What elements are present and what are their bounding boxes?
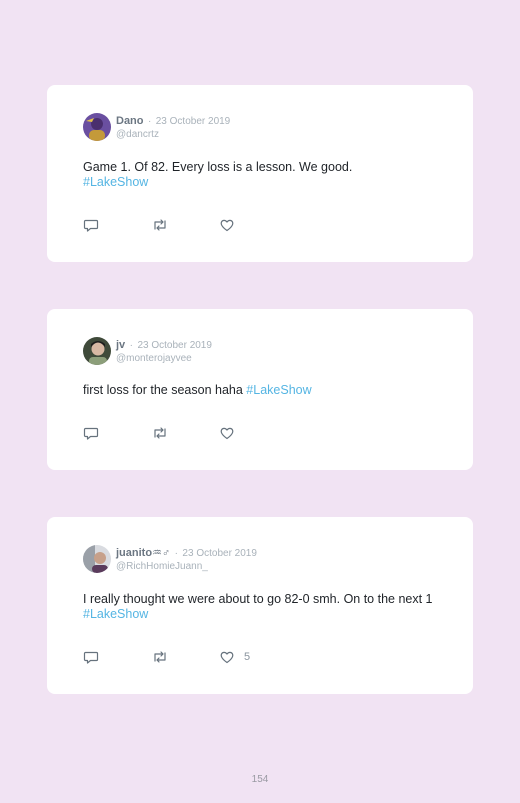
tweet-actions: 5: [83, 649, 250, 665]
retweet-button[interactable]: [151, 649, 219, 665]
reply-icon: [83, 651, 99, 664]
heart-icon: [220, 427, 234, 440]
avatar[interactable]: [83, 337, 111, 365]
author-name[interactable]: juanito♒♂: [116, 547, 170, 559]
tweet-card: jv · 23 October 2019 @monterojayvee firs…: [47, 309, 473, 470]
tweet-body: Game 1. Of 82. Every loss is a lesson. W…: [83, 160, 353, 174]
tweet-date[interactable]: 23 October 2019: [182, 548, 257, 559]
tweet-header: jv · 23 October 2019 @monterojayvee: [83, 337, 212, 365]
tweet-text: first loss for the season haha #LakeShow: [83, 383, 433, 398]
reply-button[interactable]: [83, 425, 151, 441]
like-button[interactable]: [219, 217, 244, 233]
separator: ·: [129, 340, 133, 351]
author-handle[interactable]: @RichHomieJuann_: [116, 560, 257, 573]
hashtag-link[interactable]: #LakeShow: [83, 607, 148, 621]
tweet-card: juanito♒♂ · 23 October 2019 @RichHomieJu…: [47, 517, 473, 694]
author-name[interactable]: jv: [116, 339, 125, 351]
separator: ·: [174, 548, 178, 559]
reply-button[interactable]: [83, 649, 151, 665]
reply-icon: [83, 219, 99, 232]
tweet-header: juanito♒♂ · 23 October 2019 @RichHomieJu…: [83, 545, 257, 573]
retweet-button[interactable]: [151, 217, 219, 233]
tweet-body: first loss for the season haha: [83, 383, 243, 397]
avatar[interactable]: [83, 545, 111, 573]
tweet-date[interactable]: 23 October 2019: [156, 116, 231, 127]
like-count: 5: [244, 651, 251, 663]
tweet-date[interactable]: 23 October 2019: [137, 340, 212, 351]
tweet-body: I really thought we were about to go 82-…: [83, 592, 433, 606]
retweet-button[interactable]: [151, 425, 219, 441]
tweet-actions: [83, 425, 244, 441]
tweet-text: I really thought we were about to go 82-…: [83, 592, 433, 622]
reply-button[interactable]: [83, 217, 151, 233]
tweet-card: Dano · 23 October 2019 @dancrtz Game 1. …: [47, 85, 473, 262]
like-button[interactable]: 5: [219, 649, 250, 665]
hashtag-link[interactable]: #LakeShow: [246, 383, 311, 397]
reply-icon: [83, 427, 99, 440]
heart-icon: [220, 651, 234, 664]
separator: ·: [147, 116, 152, 127]
retweet-icon: [154, 219, 166, 231]
like-button[interactable]: [219, 425, 244, 441]
author-handle[interactable]: @dancrtz: [116, 128, 230, 141]
author-name[interactable]: Dano: [116, 115, 144, 127]
retweet-icon: [154, 651, 166, 663]
author-handle[interactable]: @monterojayvee: [116, 352, 212, 365]
heart-icon: [220, 219, 234, 232]
hashtag-link[interactable]: #LakeShow: [83, 175, 148, 189]
tweet-header: Dano · 23 October 2019 @dancrtz: [83, 113, 230, 141]
tweet-text: Game 1. Of 82. Every loss is a lesson. W…: [83, 160, 433, 190]
avatar[interactable]: [83, 113, 111, 141]
tweet-actions: [83, 217, 244, 233]
retweet-icon: [154, 427, 166, 439]
page-number: 154: [251, 774, 269, 785]
